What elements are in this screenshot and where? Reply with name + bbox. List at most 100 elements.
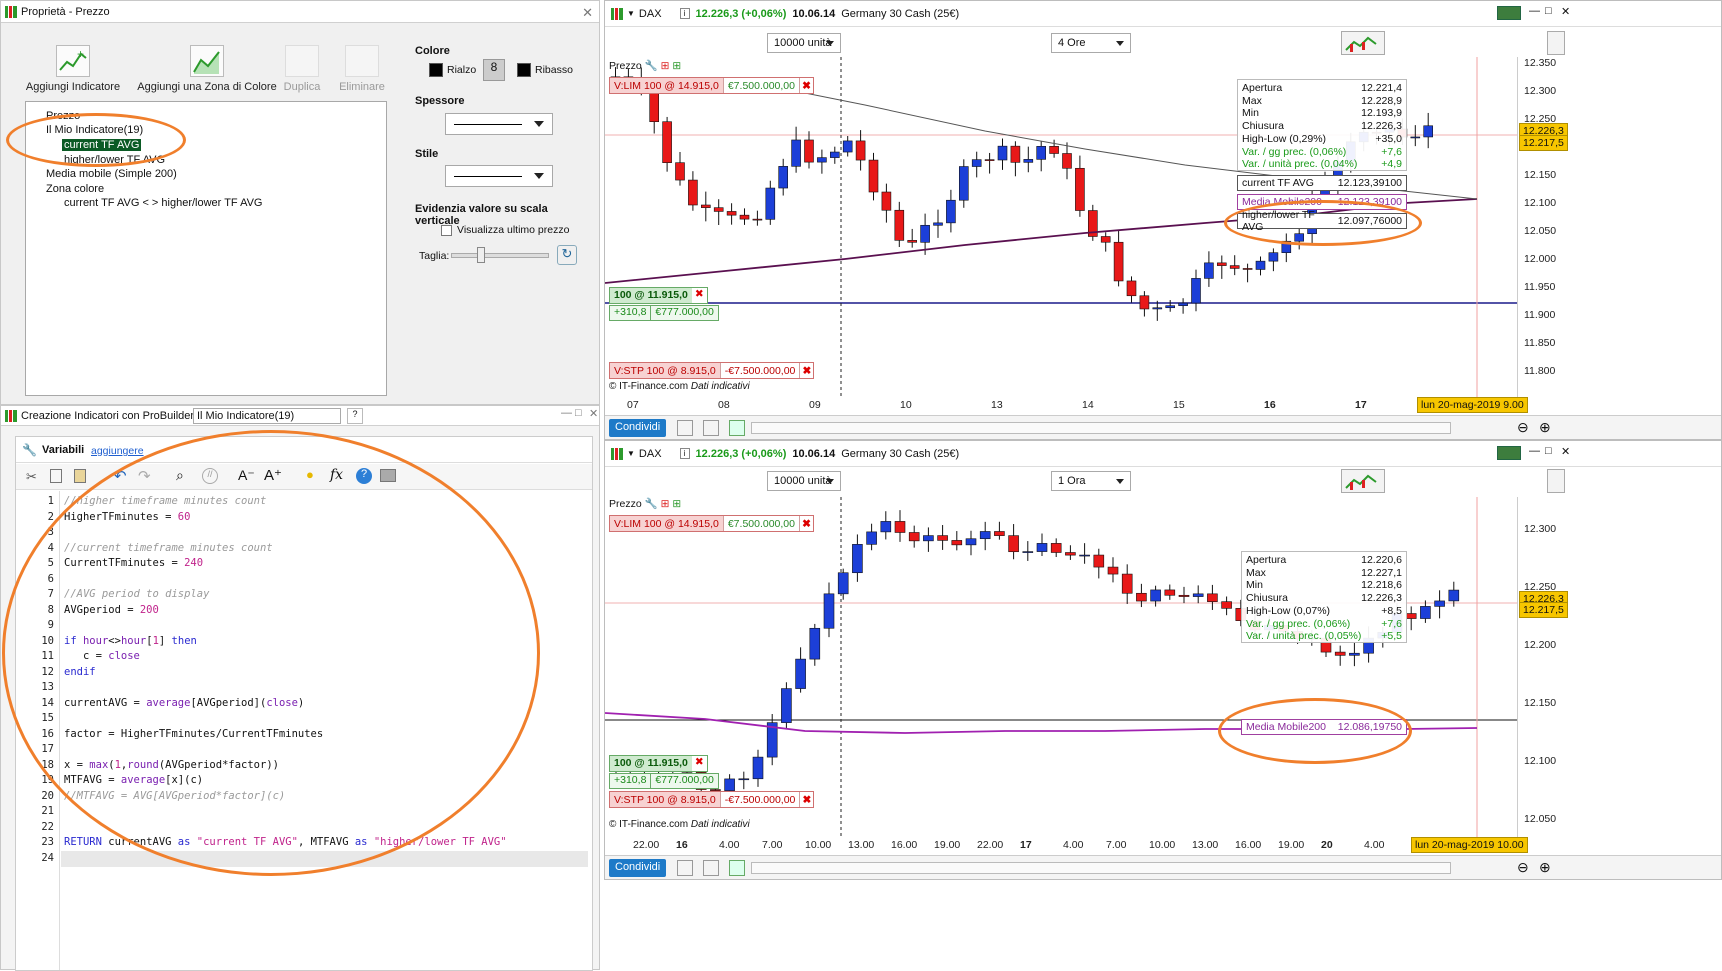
list-icon[interactable] xyxy=(703,860,719,876)
scrollbar[interactable] xyxy=(751,862,1451,874)
wrench-icon[interactable]: 🔧 xyxy=(645,60,658,72)
limit-order[interactable]: V:LIM 100 @ 14.915,0 €7.500.000,00 ✖ xyxy=(609,515,814,532)
copy-icon[interactable] xyxy=(50,469,62,483)
info-icon[interactable]: i xyxy=(679,8,690,19)
close-icon[interactable]: ✕ xyxy=(589,407,598,420)
close-icon[interactable]: ✕ xyxy=(582,5,593,21)
candle xyxy=(979,521,991,551)
stop-order[interactable]: V:STP 100 @ 8.915,0 -€7.500.000,00 ✖ xyxy=(609,362,815,379)
wrench-icon[interactable]: 🔧 xyxy=(645,498,658,510)
tree-item-media-mobile[interactable]: Media mobile (Simple 200) xyxy=(46,168,177,180)
timeframe-dropdown[interactable]: 1 Ora xyxy=(1051,471,1131,491)
position-value: €777.000,00 xyxy=(650,306,717,320)
zoom-in-icon[interactable]: ⊕ xyxy=(1539,419,1551,436)
candle xyxy=(791,126,801,173)
stile-dropdown[interactable] xyxy=(445,165,553,187)
layers-icon[interactable] xyxy=(729,420,745,436)
candle xyxy=(765,180,776,225)
cut-icon[interactable]: ✂ xyxy=(26,469,37,485)
paste-icon[interactable] xyxy=(74,469,86,483)
minimize-icon[interactable]: — xyxy=(1529,445,1540,457)
chart-type-icon[interactable] xyxy=(1341,31,1385,55)
maximize-icon[interactable]: □ xyxy=(1545,445,1552,457)
ribasso-swatch[interactable] xyxy=(517,63,531,77)
timeframe-dropdown[interactable]: 4 Ore xyxy=(1051,33,1131,53)
close-icon[interactable]: ✕ xyxy=(1561,5,1570,18)
chart2-plot[interactable] xyxy=(605,497,1517,837)
chart1-time-axis: 07 08 09 10 13 14 15 16 17 xyxy=(605,397,1517,413)
position-box[interactable]: 100 @ 11.915,0 ✖ xyxy=(609,287,708,304)
plus-green-icon[interactable]: ⊞ xyxy=(672,60,681,72)
properties-title: Proprietà - Prezzo xyxy=(21,5,110,18)
chart-type-icon[interactable] xyxy=(1341,469,1385,493)
side-tool-icon[interactable] xyxy=(1547,469,1565,493)
indicator-name-input[interactable]: Il Mio Indicatore(19) xyxy=(193,408,341,424)
show-last-price-checkbox[interactable] xyxy=(441,225,452,236)
add-color-zone-button[interactable]: Aggiungi una Zona di Colore xyxy=(137,45,277,93)
ohlc-row: Apertura 12.220,6 xyxy=(1246,554,1402,566)
symbol[interactable]: DAX xyxy=(639,448,662,460)
add-indicator-button[interactable]: + Aggiungi Indicatore xyxy=(23,45,123,93)
maximize-icon[interactable]: □ xyxy=(575,407,582,419)
chevron-down-icon[interactable]: ▼ xyxy=(627,449,635,458)
cancel-icon[interactable]: ✖ xyxy=(799,516,813,531)
highlight-ellipse-code xyxy=(2,430,540,876)
candle xyxy=(1268,248,1279,272)
zoom-out-icon[interactable]: ⊖ xyxy=(1517,859,1529,876)
object-icon[interactable] xyxy=(677,860,693,876)
plus-icon[interactable]: ⊞ xyxy=(661,60,670,72)
candle xyxy=(997,138,1008,170)
tree-item-zona-colore[interactable]: Zona colore xyxy=(46,183,104,195)
candle xyxy=(1036,533,1048,557)
minimize-icon[interactable]: — xyxy=(561,407,572,419)
cancel-icon[interactable]: ✖ xyxy=(799,792,814,807)
maximize-icon[interactable]: □ xyxy=(1545,5,1552,17)
tree-item-zone-child[interactable]: current TF AVG < > higher/lower TF AVG xyxy=(64,197,263,209)
rialzo-swatch[interactable] xyxy=(429,63,443,77)
cancel-icon[interactable]: ✖ xyxy=(799,78,813,93)
units-dropdown[interactable]: 10000 unità xyxy=(767,33,841,53)
limit-order[interactable]: V:LIM 100 @ 14.915,0 €7.500.000,00 ✖ xyxy=(609,77,814,94)
position-label: 100 @ 11.915,0 xyxy=(614,757,688,769)
candle xyxy=(1349,642,1360,667)
spessore-dropdown[interactable] xyxy=(445,113,553,135)
cancel-icon[interactable]: ✖ xyxy=(691,288,707,303)
cancel-icon[interactable]: ✖ xyxy=(799,363,814,378)
list-icon[interactable] xyxy=(703,420,719,436)
cancel-icon[interactable]: ✖ xyxy=(691,756,707,771)
share-button[interactable]: Condividi xyxy=(609,419,667,437)
size-slider[interactable] xyxy=(451,253,549,258)
candle xyxy=(894,201,905,248)
position-box[interactable]: 100 @ 11.915,0 ✖ xyxy=(609,755,708,772)
help-icon[interactable]: ? xyxy=(347,408,363,424)
close-icon[interactable]: ✕ xyxy=(1561,445,1570,458)
keyboard-icon[interactable] xyxy=(1497,6,1521,20)
keyboard-icon[interactable] xyxy=(1497,446,1521,460)
size-slider-handle[interactable] xyxy=(477,247,485,263)
reset-icon[interactable]: ↻ xyxy=(557,245,577,265)
plus-icon[interactable]: ⊞ xyxy=(661,498,670,510)
zoom-out-icon[interactable]: ⊖ xyxy=(1517,419,1529,436)
object-icon[interactable] xyxy=(677,420,693,436)
duplicate-button[interactable]: Duplica xyxy=(277,45,327,93)
link-icon[interactable]: 8 xyxy=(483,59,505,81)
delete-button[interactable]: Eliminare xyxy=(335,45,389,93)
candle xyxy=(1405,606,1417,631)
time-tick-label: 20 xyxy=(1321,839,1333,851)
plus-green-icon[interactable]: ⊞ xyxy=(672,498,681,510)
side-tool-icon[interactable] xyxy=(1547,31,1565,55)
symbol[interactable]: DAX xyxy=(639,8,662,20)
share-button[interactable]: Condividi xyxy=(609,859,667,877)
add-variable-link[interactable]: aggiungere xyxy=(91,445,144,457)
info-icon[interactable]: i xyxy=(679,448,690,459)
zoom-in-icon[interactable]: ⊕ xyxy=(1539,859,1551,876)
properties-titlebar: Proprietà - Prezzo ✕ xyxy=(1,1,599,23)
units-dropdown[interactable]: 10000 unità xyxy=(767,471,841,491)
layers-icon[interactable] xyxy=(729,860,745,876)
price-tick-label: 12.200 xyxy=(1524,639,1557,651)
scrollbar[interactable] xyxy=(751,422,1451,434)
delete-label: Eliminare xyxy=(339,81,385,93)
minimize-icon[interactable]: — xyxy=(1529,5,1540,17)
stop-order[interactable]: V:STP 100 @ 8.915,0 -€7.500.000,00 ✖ xyxy=(609,791,815,808)
chevron-down-icon[interactable]: ▼ xyxy=(627,9,635,18)
